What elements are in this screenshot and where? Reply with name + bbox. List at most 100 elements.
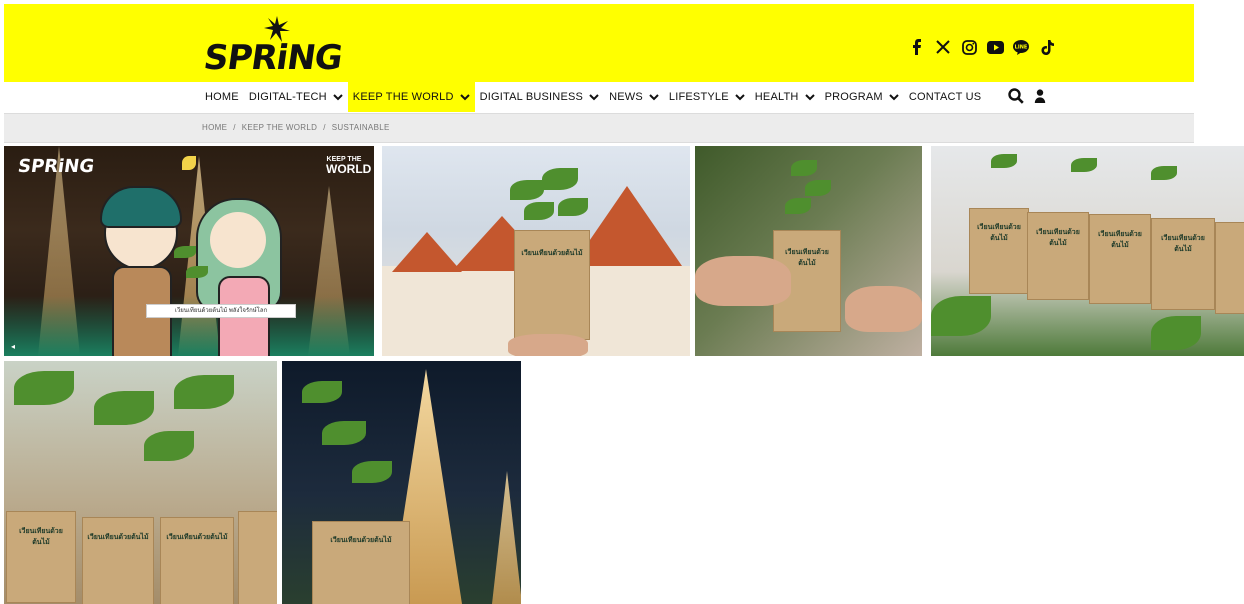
tiktok-icon[interactable]: [1038, 38, 1056, 56]
facebook-icon[interactable]: [908, 38, 926, 56]
plant-leaf: [174, 375, 234, 409]
plant-leaf: [186, 266, 208, 278]
bag-label: เวียนเทียนด้วยต้นไม้: [785, 249, 829, 267]
chevron-down-icon: [459, 94, 470, 101]
breadcrumb-keep-the-world[interactable]: KEEP THE WORLD: [242, 123, 317, 132]
badge-bottom-text: WORLD: [326, 162, 372, 177]
site-logo[interactable]: SPRiNG: [201, 16, 345, 78]
paper-bag: [1215, 222, 1244, 314]
expand-icon[interactable]: ◂: [8, 342, 18, 352]
plant-leaf: [174, 246, 196, 258]
social-links: LINE: [908, 36, 1056, 58]
chevron-down-icon: [735, 94, 745, 101]
breadcrumb-separator: /: [233, 123, 236, 132]
nav-item-program[interactable]: PROGRAM: [820, 82, 904, 112]
gallery-photo-1[interactable]: SPRiNG KEEP THE WORLD เวียนเทียนด้วยต้นไ…: [4, 146, 374, 356]
youtube-icon[interactable]: [986, 38, 1004, 56]
svg-text:LINE: LINE: [1015, 44, 1028, 50]
plant-leaf: [1151, 316, 1201, 350]
gallery-photo-3[interactable]: เวียนเทียนด้วยต้นไม้: [695, 146, 922, 356]
nav-item-contact-us[interactable]: CONTACT US: [904, 82, 987, 112]
gallery-photo-5[interactable]: เวียนเทียนด้วยต้นไม้ เวียนเทียนด้วยต้นไม…: [4, 361, 277, 604]
nav-item-health[interactable]: HEALTH: [750, 82, 820, 112]
plant-leaf: [524, 202, 554, 220]
plant-leaf: [1151, 166, 1177, 180]
hand: [508, 334, 588, 356]
character-boy-hair: [100, 186, 182, 228]
bag-label: เวียนเทียนด้วยต้นไม้: [1098, 231, 1142, 250]
chevron-down-icon: [649, 94, 659, 101]
nav-item-label: DIGITAL BUSINESS: [479, 91, 584, 103]
temple-spire: [492, 471, 521, 604]
bag-label: เวียนเทียนด้วยต้นไม้: [977, 224, 1021, 243]
gallery-photo-2[interactable]: เวียนเทียนด้วยต้นไม้: [382, 146, 690, 356]
paper-bag: เวียนเทียนด้วยต้นไม้: [312, 521, 410, 604]
nav-item-digital-tech[interactable]: DIGITAL-TECH: [244, 82, 348, 112]
plant-leaf: [805, 180, 831, 196]
nav-item-news[interactable]: NEWS: [604, 82, 664, 112]
overlay-logo: SPRiNG: [16, 156, 96, 177]
search-icon[interactable]: [1008, 88, 1024, 104]
plant-leaf: [510, 180, 544, 200]
plant-leaf: [1071, 158, 1097, 172]
bag-label: เวียนเทียนด้วยต้นไม้: [521, 250, 583, 258]
nav-item-digital-business[interactable]: DIGITAL BUSINESS: [475, 82, 604, 112]
gallery-photo-4[interactable]: เวียนเทียนด้วยต้นไม้ เวียนเทียนด้วยต้นไม…: [931, 146, 1244, 356]
keep-the-world-badge: KEEP THE WORLD: [326, 156, 372, 177]
plant-leaf: [94, 391, 154, 425]
plant-leaf: [558, 198, 588, 216]
breadcrumb-bar: HOME / KEEP THE WORLD / SUSTAINABLE: [4, 113, 1194, 143]
temple-roof: [392, 232, 462, 272]
bag-label: เวียนเทียนด้วยต้นไม้: [19, 528, 63, 547]
character-girl-face: [210, 212, 266, 268]
breadcrumb-separator: /: [323, 123, 326, 132]
nav-item-home[interactable]: HOME: [200, 82, 244, 112]
nav-item-label: KEEP THE WORLD: [352, 91, 454, 103]
nav-item-label: HOME: [205, 91, 239, 103]
plant-leaf: [931, 296, 991, 336]
chevron-down-icon: [889, 94, 899, 101]
plant-leaf: [14, 371, 74, 405]
paper-bag: เวียนเทียนด้วยต้นไม้: [1089, 214, 1151, 304]
nav-menu: HOME DIGITAL-TECH KEEP THE WORLD DIGITAL…: [200, 82, 986, 112]
nav-item-keep-the-world[interactable]: KEEP THE WORLD: [347, 82, 475, 112]
nav-item-label: LIFESTYLE: [668, 91, 729, 103]
breadcrumb-home[interactable]: HOME: [202, 123, 227, 132]
paper-bag: เวียนเทียนด้วยต้นไม้: [1151, 218, 1215, 310]
hand: [695, 256, 791, 306]
plant-leaf: [322, 421, 366, 445]
site-header: SPRiNG LINE: [4, 4, 1194, 82]
paper-bag: [238, 511, 277, 604]
paper-bag: เวียนเทียนด้วยต้นไม้: [1027, 212, 1089, 300]
plant-leaf: [352, 461, 392, 483]
plant-leaf: [144, 431, 194, 461]
instagram-icon[interactable]: [960, 38, 978, 56]
chevron-down-icon: [333, 94, 343, 101]
plant-leaf: [302, 381, 342, 403]
breadcrumb: HOME / KEEP THE WORLD / SUSTAINABLE: [202, 123, 390, 132]
bag-label: เวียนเทียนด้วยต้นไม้: [166, 533, 228, 541]
nav-item-lifestyle[interactable]: LIFESTYLE: [664, 82, 750, 112]
chevron-down-icon: [589, 94, 599, 101]
bag-label: เวียนเทียนด้วยต้นไม้: [1161, 235, 1205, 254]
line-icon[interactable]: LINE: [1012, 38, 1030, 56]
paper-bag: เวียนเทียนด้วยต้นไม้: [82, 517, 154, 604]
bag-label: เวียนเทียนด้วยต้นไม้: [330, 537, 392, 545]
plant-leaf: [991, 154, 1017, 168]
user-icon[interactable]: [1034, 89, 1046, 103]
paper-bag: เวียนเทียนด้วยต้นไม้: [6, 511, 76, 603]
breadcrumb-sustainable: SUSTAINABLE: [331, 123, 390, 132]
nav-item-label: PROGRAM: [824, 91, 883, 103]
logo-text: SPRiNG: [201, 38, 345, 78]
gallery-photo-6[interactable]: เวียนเทียนด้วยต้นไม้: [282, 361, 521, 604]
nav-tools: [1008, 88, 1046, 104]
plant-leaf: [791, 160, 817, 176]
bag-label: เวียนเทียนด้วยต้นไม้: [1036, 228, 1080, 247]
paper-bag: เวียนเทียนด้วยต้นไม้: [160, 517, 234, 604]
plant-leaf: [785, 198, 811, 214]
bag-label: เวียนเทียนด้วยต้นไม้: [87, 533, 149, 541]
chevron-down-icon: [804, 94, 815, 101]
nav-item-label: HEALTH: [754, 91, 799, 103]
x-icon[interactable]: [934, 38, 952, 56]
nav-item-label: NEWS: [609, 91, 643, 103]
